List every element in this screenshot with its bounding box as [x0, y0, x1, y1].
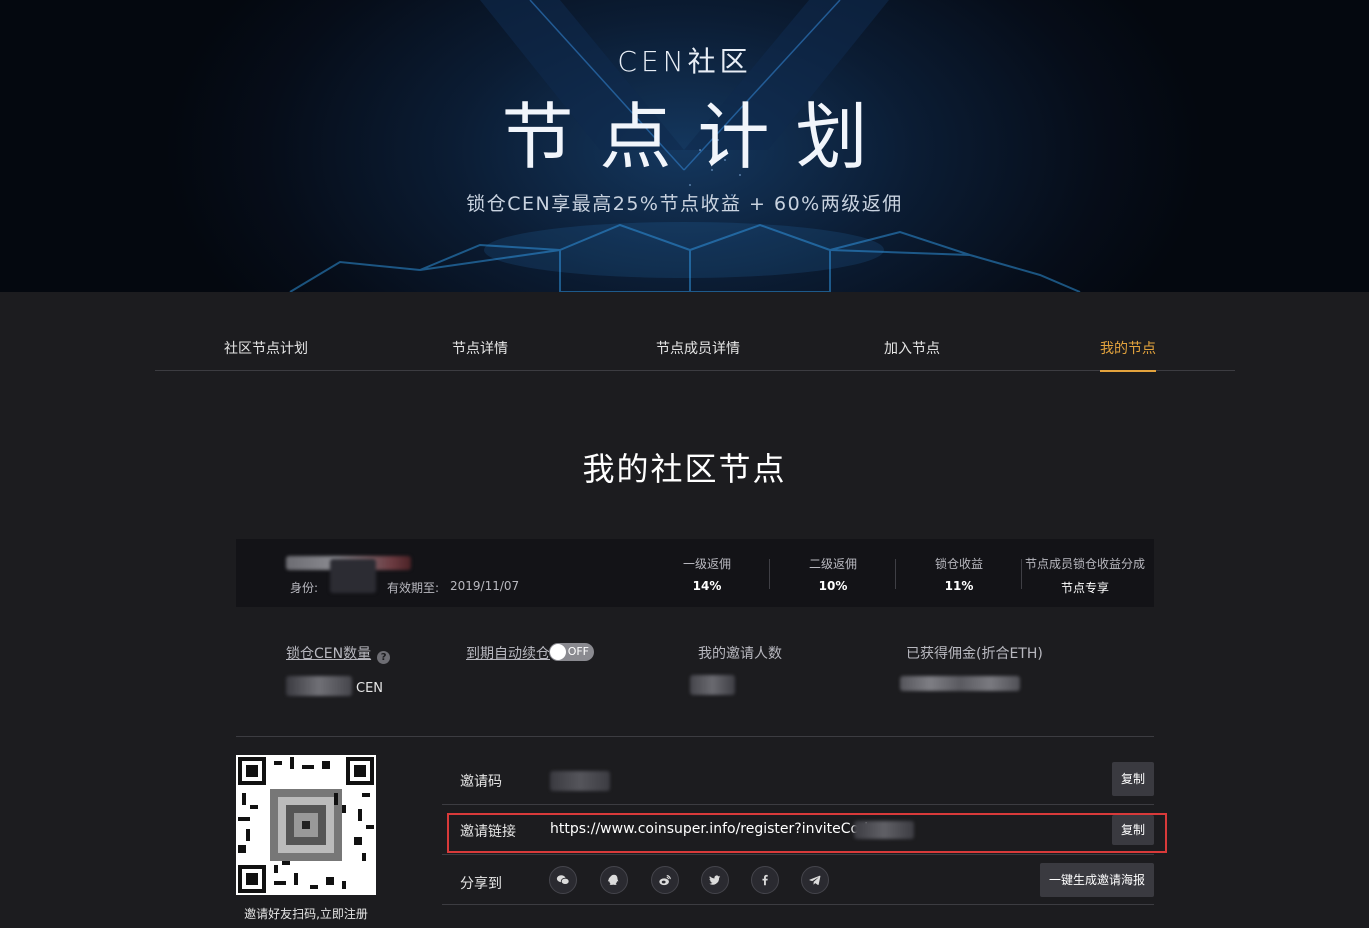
- qr-code-image: [238, 757, 374, 893]
- hero-subtitle: CEN社区: [617, 45, 752, 78]
- auto-relock-label[interactable]: 到期自动续仓: [466, 643, 550, 663]
- invite-link-code-redacted: [854, 821, 914, 839]
- telegram-icon[interactable]: [801, 866, 829, 894]
- locked-cen-amount-redacted: [286, 676, 352, 696]
- qq-icon[interactable]: [600, 866, 628, 894]
- stat-value: 11%: [944, 579, 974, 593]
- invitees-count-redacted: [690, 675, 735, 695]
- invite-qr-code: [236, 755, 376, 895]
- identity-label: 身份:: [290, 581, 319, 595]
- share-label: 分享到: [460, 876, 502, 892]
- facebook-icon[interactable]: [751, 866, 779, 894]
- section-divider: [236, 736, 1154, 737]
- stat-value: 14%: [692, 579, 722, 593]
- commission-label: 已获得佣金(折合ETH): [906, 646, 1043, 662]
- tab-join-node[interactable]: 加入节点: [884, 330, 940, 371]
- invite-link-row: 邀请链接 https://www.coinsuper.info/register…: [442, 805, 1154, 855]
- invite-link-label: 邀请链接: [460, 824, 516, 840]
- copy-invite-link-button[interactable]: 复制: [1112, 815, 1154, 845]
- toggle-knob: [550, 644, 566, 660]
- invite-code-label: 邀请码: [460, 774, 502, 790]
- tab-node-member-details[interactable]: 节点成员详情: [656, 330, 740, 371]
- identity-redacted: [330, 559, 376, 593]
- hero-title: 节点计划: [501, 95, 894, 179]
- invite-code-redacted: [550, 771, 610, 791]
- valid-until-date: 2019/11/07: [450, 579, 520, 593]
- hero-banner: CEN社区 节点计划 锁仓CEN享最高25%节点收益 + 60%两级返佣: [0, 0, 1369, 292]
- locked-cen-label-text: 锁仓CEN数量: [286, 646, 372, 662]
- twitter-icon[interactable]: [701, 866, 729, 894]
- stat-lock-yield: 锁仓收益 11%: [896, 555, 1022, 593]
- locked-cen-label[interactable]: 锁仓CEN数量?: [286, 643, 391, 664]
- stat-member-yield-share: 节点成员锁仓收益分成 节点专享: [1022, 555, 1148, 596]
- wechat-icon[interactable]: [549, 866, 577, 894]
- stat-label: 二级返佣: [808, 557, 857, 571]
- stat-label: 锁仓收益: [934, 557, 983, 571]
- tab-node-details[interactable]: 节点详情: [452, 330, 508, 371]
- stat-first-level-rebate: 一级返佣 14%: [644, 555, 770, 593]
- valid-until-label: 有效期至:: [387, 581, 440, 595]
- qr-caption: 邀请好友扫码,立即注册: [244, 907, 368, 921]
- locked-cen-unit: CEN: [356, 681, 384, 696]
- invite-code-row: 邀请码 复制: [442, 755, 1154, 805]
- tab-community-node-plan[interactable]: 社区节点计划: [224, 330, 308, 371]
- invite-link-value[interactable]: https://www.coinsuper.info/register?invi…: [550, 821, 888, 837]
- stat-value: 节点专享: [1060, 581, 1109, 595]
- stat-label: 一级返佣: [682, 557, 731, 571]
- hero-tagline: 锁仓CEN享最高25%节点收益 + 60%两级返佣: [466, 193, 903, 215]
- commission-amount-redacted: [900, 676, 1020, 691]
- invitees-label: 我的邀请人数: [698, 646, 782, 662]
- stat-value: 10%: [818, 579, 848, 593]
- help-icon[interactable]: ?: [377, 651, 391, 664]
- auto-relock-toggle[interactable]: OFF: [549, 643, 594, 661]
- page-title: 我的社区节点: [582, 450, 787, 488]
- weibo-icon[interactable]: [651, 866, 679, 894]
- toggle-state: OFF: [567, 645, 589, 658]
- stat-label: 节点成员锁仓收益分成: [1024, 557, 1145, 571]
- copy-invite-code-button[interactable]: 复制: [1112, 762, 1154, 796]
- tab-my-node[interactable]: 我的节点: [1100, 330, 1156, 372]
- node-info-bar: 身份: 有效期至: 2019/11/07 一级返佣 14% 二级返佣 10% 锁…: [236, 539, 1154, 607]
- stat-second-level-rebate: 二级返佣 10%: [770, 555, 896, 593]
- tab-bar: 社区节点计划 节点详情 节点成员详情 加入节点 我的节点: [155, 330, 1235, 372]
- generate-poster-button[interactable]: 一键生成邀请海报: [1040, 863, 1154, 897]
